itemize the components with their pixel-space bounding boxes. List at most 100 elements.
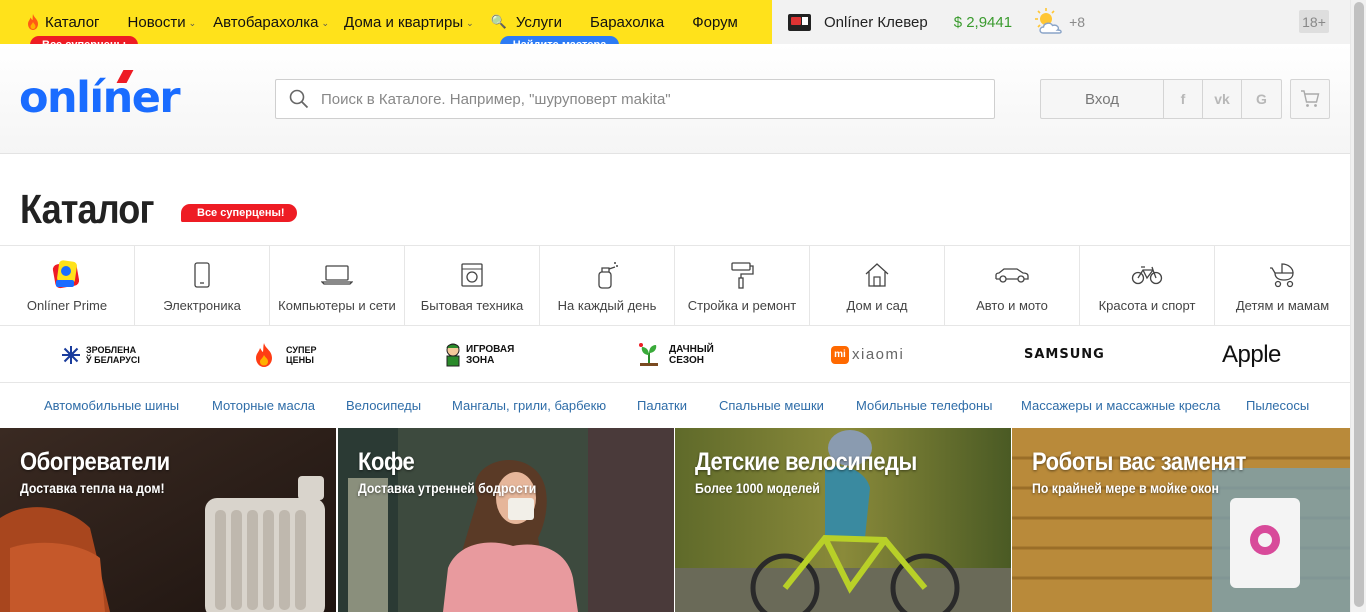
- tile-kids-moms[interactable]: Детям и мамам: [1215, 246, 1350, 326]
- brand-apple-label: Apple: [1222, 340, 1281, 368]
- scrollbar-thumb[interactable]: [1354, 2, 1364, 607]
- promo-title: Кофе: [358, 448, 415, 476]
- facebook-login-icon[interactable]: f: [1164, 80, 1203, 118]
- top-bar: Каталог Все суперцены Новости ⌄ Автобара…: [0, 0, 1350, 54]
- login-group: Вход f vk G: [1040, 79, 1282, 119]
- nav-services[interactable]: 🔍 Услуги Найдите мастера: [490, 0, 620, 54]
- quick-links: Автомобильные шины Моторные масла Велоси…: [0, 384, 1350, 427]
- onliner-logo[interactable]: onlíner: [19, 74, 181, 122]
- top-navigation: Каталог Все суперцены Новости ⌄ Автобара…: [0, 0, 738, 54]
- nav-realty[interactable]: Дома и квартиры ⌄: [344, 0, 474, 44]
- brand-game-line2: зона: [466, 354, 495, 366]
- nav-news[interactable]: Новости ⌄: [128, 0, 197, 44]
- tile-everyday[interactable]: На каждый день: [540, 246, 675, 326]
- vk-login-icon[interactable]: vk: [1203, 80, 1242, 118]
- age-rating-badge: 18+: [1299, 10, 1329, 33]
- brand-xiaomi[interactable]: mi xiaomi: [831, 326, 904, 383]
- search-input[interactable]: [321, 90, 961, 108]
- brand-super-line2: цены: [286, 354, 314, 365]
- tile-electronics[interactable]: Электроника: [135, 246, 270, 326]
- chevron-down-icon: ⌄: [321, 17, 329, 28]
- promo-subtitle: Доставка тепла на дом!: [20, 480, 165, 496]
- prime-icon: [50, 260, 84, 290]
- nav-catalog[interactable]: Каталог Все суперцены: [26, 0, 138, 54]
- tile-onliner-prime[interactable]: Onlíner Prime: [0, 246, 135, 326]
- brand-apple[interactable]: Apple: [1222, 326, 1281, 383]
- nav-forum-label: Форум: [692, 13, 738, 31]
- tile-home-garden[interactable]: Дом и сад: [810, 246, 945, 326]
- search-box[interactable]: [275, 79, 995, 119]
- tile-appliances[interactable]: Бытовая техника: [405, 246, 540, 326]
- google-login-icon[interactable]: G: [1242, 80, 1281, 118]
- promo-heaters[interactable]: Обогреватели Доставка тепла на дом!: [0, 428, 336, 612]
- tile-auto-moto[interactable]: Авто и мото: [945, 246, 1080, 326]
- cart-icon: [1301, 90, 1320, 107]
- brand-promos: Зроблена ў Беларусі Супер цены Игровая з…: [0, 326, 1350, 383]
- xiaomi-logo-icon: mi: [831, 345, 849, 364]
- currency-rate[interactable]: $ 2,9441: [954, 14, 1012, 31]
- nav-forum[interactable]: Форум: [692, 0, 738, 44]
- house-icon: [864, 260, 890, 290]
- page-title: Каталог: [20, 186, 155, 232]
- nav-auto[interactable]: Автобарахолка ⌄: [213, 0, 329, 44]
- nav-services-label: Услуги: [515, 13, 563, 31]
- brand-made-in-belarus[interactable]: Зроблена ў Беларусі: [61, 326, 140, 383]
- quick-link[interactable]: Массажеры и массажные кресла: [1021, 398, 1220, 413]
- temperature: +8: [1069, 14, 1086, 30]
- brand-super-prices[interactable]: Супер цены: [254, 326, 316, 383]
- quick-link[interactable]: Мобильные телефоны: [856, 398, 993, 413]
- superprices-badge[interactable]: Все суперцены!: [181, 204, 297, 222]
- roller-icon: [730, 260, 754, 290]
- quick-link[interactable]: Мангалы, грили, барбекю: [452, 398, 606, 413]
- brand-belarus-line2: ў Беларусі: [86, 354, 140, 365]
- magnifier-icon: 🔍: [490, 14, 507, 29]
- tile-label: На каждый день: [557, 298, 657, 313]
- tile-label: Компьютеры и сети: [278, 298, 396, 313]
- tile-construction[interactable]: Стройка и ремонт: [675, 246, 810, 326]
- promo-title: Обогреватели: [20, 448, 170, 476]
- brand-game-zone[interactable]: Игровая зона: [444, 326, 514, 383]
- tile-label: Электроника: [163, 298, 241, 313]
- car-icon: [994, 260, 1030, 290]
- clever-card-icon[interactable]: [788, 13, 811, 31]
- quick-link[interactable]: Велосипеды: [346, 398, 421, 413]
- page-scrollbar[interactable]: [1350, 0, 1366, 612]
- fire-icon: [28, 14, 38, 30]
- brand-samsung[interactable]: SAMSUNG: [1024, 326, 1105, 383]
- tile-label: Авто и мото: [976, 298, 1048, 313]
- promo-subtitle: По крайней мере в мойке окон: [1032, 480, 1219, 496]
- tile-computers[interactable]: Компьютеры и сети: [270, 246, 405, 326]
- promo-kids-bikes[interactable]: Детские велосипеды Более 1000 моделей: [675, 428, 1011, 612]
- laptop-icon: [321, 260, 353, 290]
- quick-link[interactable]: Моторные масла: [212, 398, 315, 413]
- tile-beauty-sport[interactable]: Красота и спорт: [1080, 246, 1215, 326]
- quick-link[interactable]: Палатки: [637, 398, 687, 413]
- nav-news-label: Новости: [127, 13, 186, 31]
- header: onlíner Вход f vk G: [0, 44, 1350, 154]
- quick-link[interactable]: Пылесосы: [1246, 398, 1309, 413]
- chevron-down-icon: ⌄: [466, 17, 474, 28]
- brand-belarus-line1: Зроблена: [86, 344, 137, 355]
- brand-samsung-label: SAMSUNG: [1024, 347, 1105, 362]
- promo-window-robots[interactable]: Роботы вас заменят По крайней мере в мой…: [1012, 428, 1350, 612]
- tile-label: Бытовая техника: [420, 298, 524, 313]
- clever-link[interactable]: Onlíner Клевер: [824, 14, 928, 31]
- login-button[interactable]: Вход: [1041, 80, 1164, 118]
- promo-coffee[interactable]: Кофе Доставка утренней бодрости: [338, 428, 674, 612]
- nav-baraholka-label: Барахолка: [590, 13, 665, 31]
- promo-banners: Обогреватели Доставка тепла на дом! Кофе…: [0, 428, 1350, 612]
- cart-button[interactable]: [1290, 79, 1330, 119]
- category-tiles: Onlíner Prime Электроника Компьютеры и с…: [0, 245, 1350, 326]
- washer-icon: [461, 260, 483, 290]
- promo-title: Роботы вас заменят: [1032, 448, 1246, 476]
- nav-auto-label: Автобарахолка: [213, 13, 319, 31]
- weather-widget[interactable]: +8: [1034, 8, 1085, 36]
- brand-game-line1: Игровая: [466, 343, 515, 355]
- nav-catalog-label: Каталог: [45, 13, 100, 31]
- plant-icon: [639, 342, 658, 366]
- brand-dacha-season[interactable]: Дачный сезон: [638, 326, 714, 383]
- quick-link[interactable]: Автомобильные шины: [44, 398, 179, 413]
- quick-link[interactable]: Спальные мешки: [719, 398, 824, 413]
- nav-baraholka[interactable]: Барахолка: [590, 0, 664, 44]
- promo-subtitle: Более 1000 моделей: [695, 480, 820, 496]
